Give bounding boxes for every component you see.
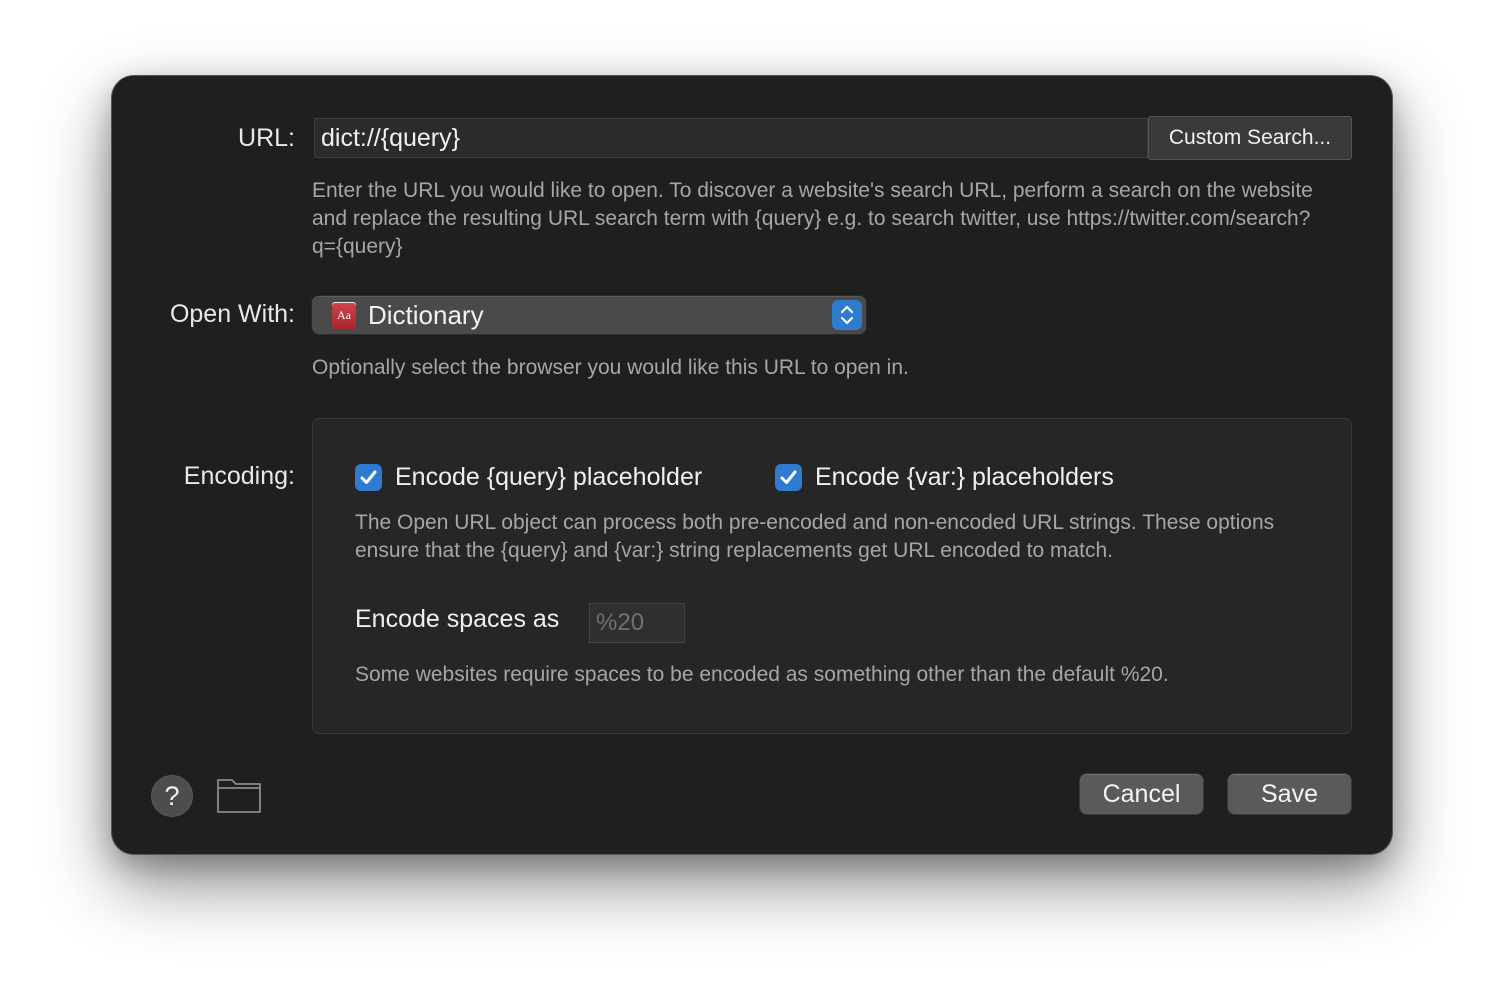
open-with-popup[interactable]: Aa Dictionary (312, 296, 866, 334)
url-label: URL: (238, 124, 295, 152)
encode-var-row[interactable]: Encode {var:} placeholders (775, 461, 1114, 493)
encode-query-label: Encode {query} placeholder (395, 462, 703, 491)
encoding-description: The Open URL object can process both pre… (355, 511, 1275, 562)
url-input[interactable] (314, 118, 1148, 158)
encode-spaces-help-text: Some websites require spaces to be encod… (355, 663, 1169, 686)
cancel-button[interactable]: Cancel (1080, 774, 1203, 814)
save-button[interactable]: Save (1228, 774, 1351, 814)
encode-var-checkbox[interactable] (775, 463, 802, 491)
encoding-group-box: Encode {query} placeholder Encode {var:}… (312, 418, 1352, 734)
checkmark-icon (780, 470, 797, 484)
encode-spaces-input[interactable] (589, 603, 685, 643)
dictionary-app-icon: Aa (332, 302, 356, 329)
url-help-text: Enter the URL you would like to open. To… (312, 179, 1313, 258)
encode-query-checkbox[interactable] (355, 463, 382, 491)
encoding-label: Encoding: (183, 462, 295, 490)
folder-icon[interactable] (216, 776, 262, 814)
custom-search-button[interactable]: Custom Search... (1148, 116, 1352, 160)
open-with-label: Open With: (169, 300, 295, 328)
checkmark-icon (360, 470, 377, 484)
encode-query-row[interactable]: Encode {query} placeholder (355, 461, 702, 493)
help-button[interactable]: ? (152, 776, 192, 816)
popup-stepper-icon (832, 300, 862, 330)
encode-var-label: Encode {var:} placeholders (815, 462, 1114, 491)
encode-spaces-label: Encode spaces as (355, 605, 560, 633)
open-with-help-text: Optionally select the browser you would … (312, 356, 909, 379)
open-url-dialog: URL: Custom Search... Enter the URL you … (112, 76, 1392, 854)
open-with-selected-value: Dictionary (368, 300, 484, 330)
